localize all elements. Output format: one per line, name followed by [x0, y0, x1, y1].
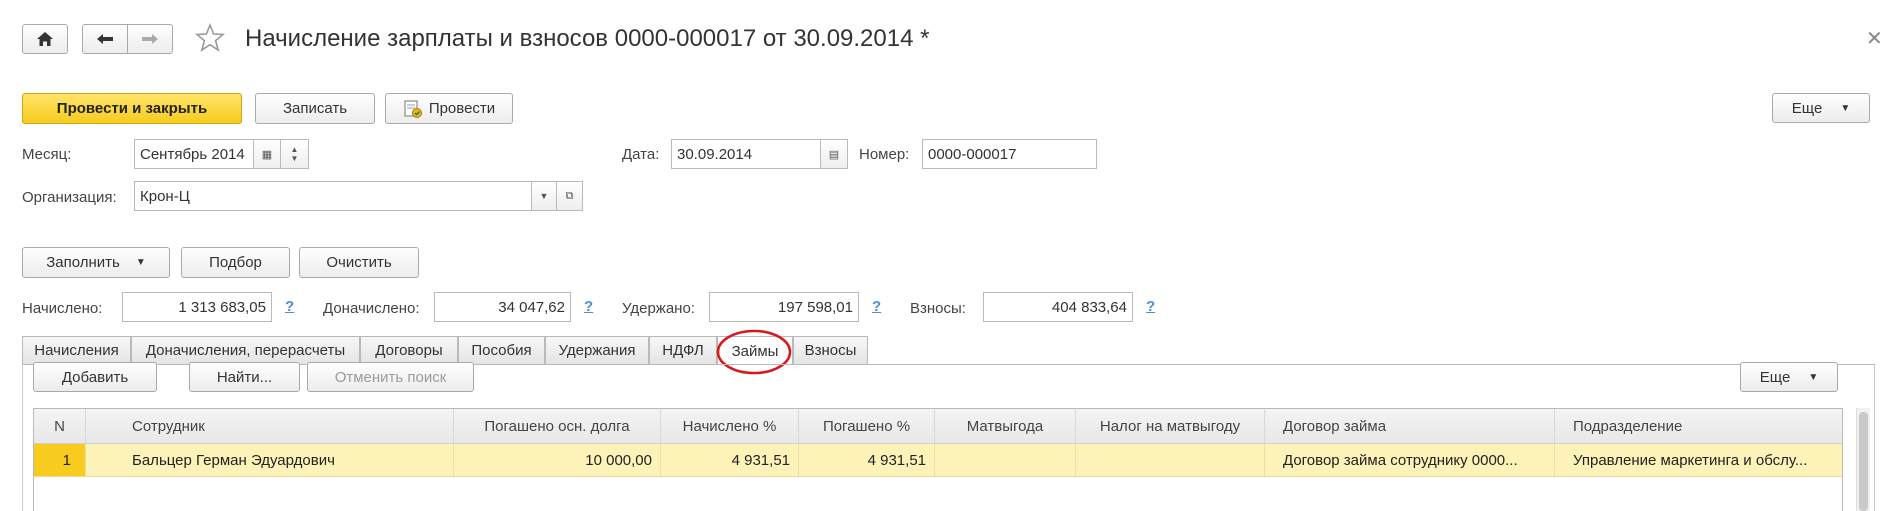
month-label: Месяц: [22, 146, 72, 163]
table-more-label: Еще [1759, 368, 1791, 386]
dropdown-arrow-icon: ▼ [1808, 371, 1819, 383]
select-button[interactable]: Подбор [181, 247, 290, 278]
department-cell: Управление маркетинга и обслу... [1573, 451, 1808, 469]
tab-benefits[interactable]: Пособия [458, 336, 545, 364]
number-label: Номер: [859, 146, 910, 163]
additional-label: Доначислено: [323, 300, 420, 317]
column-header-interest-accrued[interactable]: Начислено % [661, 409, 799, 443]
home-icon [37, 32, 53, 46]
principal-repaid-cell: 10 000,00 [454, 444, 661, 476]
tab-deductions[interactable]: Удержания [545, 336, 649, 364]
save-button[interactable]: Записать [255, 93, 375, 124]
month-calendar-button[interactable]: ▦ [253, 139, 281, 169]
organization-label: Организация: [22, 189, 117, 206]
date-label: Дата: [622, 146, 660, 163]
more-button-label: Еще [1791, 99, 1823, 117]
accrued-field: 1 313 683,05 [122, 292, 272, 322]
column-header-benefit[interactable]: Матвыгода [935, 409, 1076, 443]
date-calendar-button[interactable]: ▤ [820, 139, 848, 169]
table-more-button[interactable]: Еще ▼ [1740, 362, 1838, 392]
scrollbar-thumb[interactable] [1859, 412, 1868, 511]
back-button[interactable] [82, 24, 128, 54]
home-button[interactable] [22, 24, 68, 54]
close-icon[interactable]: ✕ [1866, 26, 1883, 51]
calendar-icon: ▦ [261, 148, 273, 161]
tab-accruals[interactable]: Начисления [22, 336, 131, 364]
post-button[interactable]: Провести [385, 93, 513, 124]
column-header-n[interactable]: N [34, 409, 86, 443]
table-scrollbar[interactable] [1856, 408, 1870, 511]
dropdown-arrow-icon: ▼ [1840, 102, 1851, 114]
loans-table: N Сотрудник Погашено осн. долга Начислен… [33, 408, 1843, 511]
interest-repaid-cell: 4 931,51 [799, 444, 935, 476]
post-icon [404, 100, 422, 118]
add-button[interactable]: Добавить [33, 362, 157, 392]
column-header-principal-repaid[interactable]: Погашено осн. долга [454, 409, 661, 443]
accrued-label: Начислено: [22, 300, 103, 317]
clear-button[interactable]: Очистить [299, 247, 419, 278]
tab-contracts[interactable]: Договоры [360, 336, 458, 364]
interest-accrued-cell: 4 931,51 [661, 444, 799, 476]
withheld-field: 197 598,01 [709, 292, 859, 322]
cancel-search-button[interactable]: Отменить поиск [307, 362, 474, 392]
benefit-cell [935, 444, 1076, 476]
month-stepper[interactable]: ▲ ▼ [280, 139, 309, 169]
find-button[interactable]: Найти... [189, 362, 300, 392]
additional-field: 34 047,62 [434, 292, 571, 322]
contributions-value: 404 833,64 [1051, 298, 1127, 316]
forward-button[interactable] [127, 24, 173, 54]
tab-additional-accruals[interactable]: Доначисления, перерасчеты [131, 336, 360, 364]
open-icon: ⧉ [565, 189, 574, 202]
row-number-cell: 1 [34, 444, 86, 476]
date-value: 30.09.2014 [677, 145, 753, 163]
month-field[interactable]: Сентябрь 2014 [134, 139, 254, 169]
employee-cell: Бальцер Герман Эдуардович [86, 444, 454, 476]
additional-help-icon[interactable]: ? [584, 298, 593, 315]
table-row[interactable]: 1 Бальцер Герман Эдуардович 10 000,00 4 … [34, 444, 1842, 477]
organization-dropdown-button[interactable]: ▼ [531, 181, 557, 211]
withheld-help-icon[interactable]: ? [872, 298, 881, 315]
column-header-loan-contract[interactable]: Договор займа [1265, 409, 1555, 443]
stepper-up-icon: ▲ [290, 145, 299, 154]
dropdown-arrow-icon: ▼ [539, 191, 549, 201]
date-field[interactable]: 30.09.2014 [671, 139, 821, 169]
additional-value: 34 047,62 [498, 298, 565, 316]
fill-button-label: Заполнить [46, 254, 120, 271]
column-header-interest-repaid[interactable]: Погашено % [799, 409, 935, 443]
accrued-value: 1 313 683,05 [178, 298, 266, 316]
organization-open-button[interactable]: ⧉ [556, 181, 583, 211]
loan-contract-cell: Договор займа сотруднику 0000... [1265, 444, 1555, 476]
stepper-down-icon: ▼ [290, 154, 299, 163]
contributions-field: 404 833,64 [983, 292, 1133, 322]
number-value: 0000-000017 [928, 145, 1017, 163]
benefit-tax-cell [1076, 444, 1265, 476]
page-title: Начисление зарплаты и взносов 0000-00001… [245, 25, 930, 52]
favorite-star-icon[interactable] [194, 22, 226, 58]
post-button-label: Провести [428, 100, 496, 117]
tab-contributions[interactable]: Взносы [793, 336, 868, 364]
table-header: N Сотрудник Погашено осн. долга Начислен… [34, 409, 1842, 444]
calendar-icon: ▤ [828, 148, 840, 161]
organization-value: Крон-Ц [140, 187, 190, 205]
month-value: Сентябрь 2014 [140, 145, 245, 163]
column-header-employee[interactable]: Сотрудник [86, 409, 454, 443]
fill-button[interactable]: Заполнить ▼ [22, 247, 170, 278]
withheld-value: 197 598,01 [777, 298, 853, 316]
contributions-help-icon[interactable]: ? [1146, 298, 1155, 315]
organization-field[interactable]: Крон-Ц [134, 181, 532, 211]
number-field[interactable]: 0000-000017 [922, 139, 1097, 169]
contributions-label: Взносы: [910, 300, 966, 317]
dropdown-arrow-icon: ▼ [135, 257, 146, 268]
arrow-left-icon [97, 34, 113, 44]
tab-ndfl[interactable]: НДФЛ [649, 336, 717, 364]
more-button[interactable]: Еще ▼ [1772, 93, 1870, 123]
column-header-benefit-tax[interactable]: Налог на матвыгоду [1076, 409, 1265, 443]
accrued-help-icon[interactable]: ? [285, 298, 294, 315]
column-header-department[interactable]: Подразделение [1555, 409, 1842, 443]
post-and-close-button[interactable]: Провести и закрыть [22, 93, 242, 124]
withheld-label: Удержано: [622, 300, 695, 317]
arrow-right-icon [142, 34, 158, 44]
